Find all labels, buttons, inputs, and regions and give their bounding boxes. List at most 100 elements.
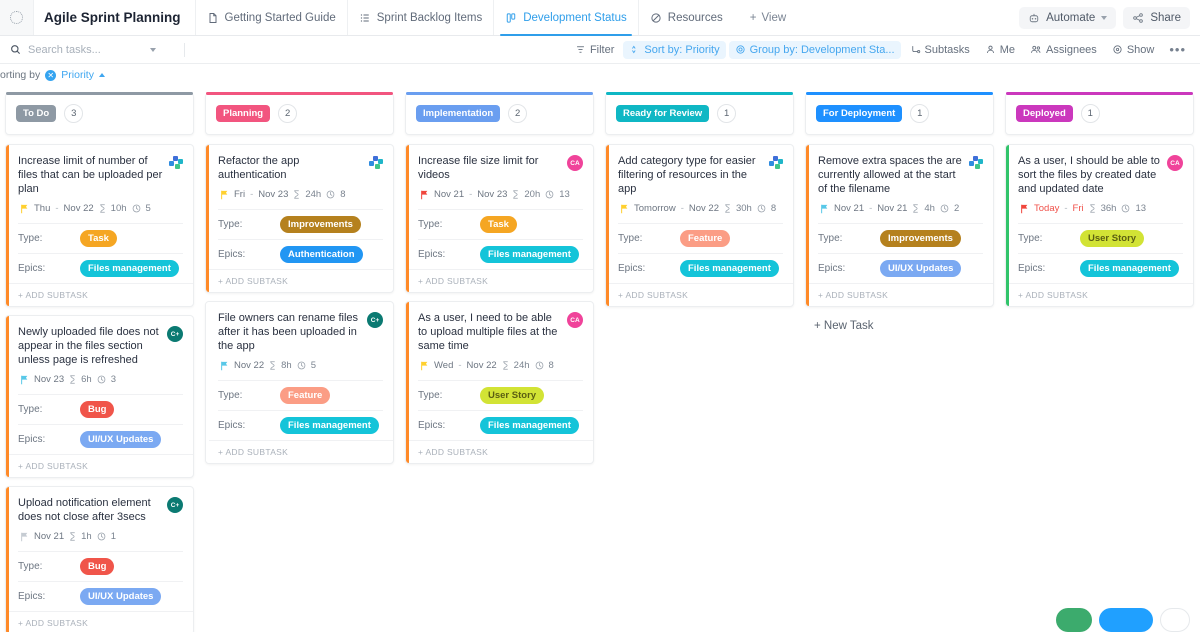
unassigned-avatar-icon[interactable] [169,156,183,170]
column-header-ready-for-review[interactable]: Ready for Review 1 [605,93,794,135]
priority-flag-icon[interactable] [220,190,229,200]
sort-value[interactable]: Priority [61,69,94,81]
priority-flag-icon[interactable] [20,375,29,385]
filter-filter[interactable]: Filter [569,41,620,59]
card-field-type[interactable]: Type: Task [18,223,183,253]
card-epics-value[interactable]: Authentication [280,246,363,263]
card-type-value[interactable]: Improvements [880,230,961,247]
tab-resources[interactable]: Resources [638,0,734,35]
add-subtask-button[interactable]: + ADD SUBTASK [209,440,393,463]
card-type-value[interactable]: User Story [480,387,544,404]
card-field-type[interactable]: Type: Improvements [818,223,983,253]
card-field-epics[interactable]: Epics: Files management [218,410,383,440]
filter-assignees[interactable]: Assignees [1024,41,1103,59]
add-subtask-button[interactable]: + ADD SUBTASK [809,283,993,306]
card-field-type[interactable]: Type: Improvements [218,209,383,239]
card-type-value[interactable]: Feature [680,230,730,247]
priority-flag-icon[interactable] [220,361,229,371]
card-epics-value[interactable]: Files management [80,260,179,277]
card-field-epics[interactable]: Epics: Files management [418,410,583,440]
card-field-type[interactable]: Type: Feature [218,380,383,410]
card-field-type[interactable]: Type: User Story [1018,223,1183,253]
card-field-type[interactable]: Type: User Story [418,380,583,410]
card-type-value[interactable]: Bug [80,401,114,418]
filter-subtasks[interactable]: Subtasks [904,41,976,59]
workspace-logo[interactable] [0,0,34,35]
priority-flag-icon[interactable] [420,361,429,371]
add-subtask-button[interactable]: + ADD SUBTASK [9,283,193,306]
card-field-type[interactable]: Type: Bug [18,551,183,581]
task-card[interactable]: Upload notification element does not clo… [5,486,194,632]
filter-show[interactable]: Show [1106,41,1161,59]
task-card[interactable]: Increase file size limit for videos CA N… [405,144,594,293]
task-card[interactable]: As a user, I should be able to sort the … [1005,144,1194,307]
search-box[interactable] [10,44,180,56]
card-field-epics[interactable]: Epics: Files management [18,253,183,283]
avatar[interactable]: C+ [167,326,183,342]
more-options-button[interactable]: ••• [1163,43,1192,57]
task-card[interactable]: Newly uploaded file does not appear in t… [5,315,194,478]
add-subtask-button[interactable]: + ADD SUBTASK [1009,283,1193,306]
priority-flag-icon[interactable] [20,204,29,214]
card-field-epics[interactable]: Epics: Files management [1018,253,1183,283]
card-field-epics[interactable]: Epics: UI/UX Updates [18,424,183,454]
column-header-to-do[interactable]: To Do 3 [5,93,194,135]
add-subtask-button[interactable]: + ADD SUBTASK [409,440,593,463]
card-epics-value[interactable]: Files management [480,246,579,263]
avatar[interactable]: CA [567,312,583,328]
priority-flag-icon[interactable] [420,190,429,200]
card-epics-value[interactable]: UI/UX Updates [880,260,961,277]
card-epics-value[interactable]: UI/UX Updates [80,588,161,605]
priority-flag-icon[interactable] [1020,204,1029,214]
column-header-planning[interactable]: Planning 2 [205,93,394,135]
card-field-epics[interactable]: Epics: UI/UX Updates [18,581,183,611]
add-subtask-button[interactable]: + ADD SUBTASK [9,454,193,477]
card-field-epics[interactable]: Epics: Authentication [218,239,383,269]
filter-me[interactable]: Me [979,41,1021,59]
task-card[interactable]: File owners can rename files after it ha… [205,301,394,464]
tab-development-status[interactable]: Development Status [493,0,638,35]
search-chevron-down-icon[interactable] [150,48,156,52]
column-header-implementation[interactable]: Implementation 2 [405,93,594,135]
avatar[interactable]: C+ [167,497,183,513]
card-field-type[interactable]: Type: Feature [618,223,783,253]
task-card[interactable]: Remove extra spaces the are currently al… [805,144,994,307]
priority-flag-icon[interactable] [620,204,629,214]
card-field-type[interactable]: Type: Task [418,209,583,239]
card-type-value[interactable]: User Story [1080,230,1144,247]
avatar[interactable]: CA [567,155,583,171]
unassigned-avatar-icon[interactable] [769,156,783,170]
more-button[interactable] [1160,608,1190,632]
card-epics-value[interactable]: Files management [680,260,779,277]
filter-sort-by[interactable]: Sort by: Priority [623,41,725,59]
priority-flag-icon[interactable] [820,204,829,214]
unassigned-avatar-icon[interactable] [369,156,383,170]
share-button[interactable]: Share [1123,7,1190,29]
card-type-value[interactable]: Bug [80,558,114,575]
new-button[interactable] [1099,608,1153,632]
task-card[interactable]: Increase limit of number of files that c… [5,144,194,307]
add-subtask-button[interactable]: + ADD SUBTASK [609,283,793,306]
card-field-epics[interactable]: Epics: UI/UX Updates [818,253,983,283]
filter-group-by[interactable]: Group by: Development Sta... [729,41,901,59]
card-type-value[interactable]: Feature [280,387,330,404]
caret-up-icon[interactable] [99,73,105,77]
column-header-deployed[interactable]: Deployed 1 [1005,93,1194,135]
search-input[interactable] [28,44,143,56]
add-subtask-button[interactable]: + ADD SUBTASK [9,611,193,632]
task-card[interactable]: Add category type for easier filtering o… [605,144,794,307]
automate-button[interactable]: Automate [1019,7,1116,29]
card-type-value[interactable]: Task [80,230,117,247]
avatar[interactable]: CA [1167,155,1183,171]
help-button[interactable] [1056,608,1092,632]
card-type-value[interactable]: Improvements [280,216,361,233]
add-subtask-button[interactable]: + ADD SUBTASK [209,269,393,292]
card-field-epics[interactable]: Epics: Files management [618,253,783,283]
card-type-value[interactable]: Task [480,216,517,233]
card-field-type[interactable]: Type: Bug [18,394,183,424]
add-view-button[interactable]: + View [734,0,798,35]
tab-sprint-backlog-items[interactable]: Sprint Backlog Items [347,0,493,35]
card-epics-value[interactable]: UI/UX Updates [80,431,161,448]
column-header-for-deployment[interactable]: For Deployment 1 [805,93,994,135]
card-epics-value[interactable]: Files management [480,417,579,434]
